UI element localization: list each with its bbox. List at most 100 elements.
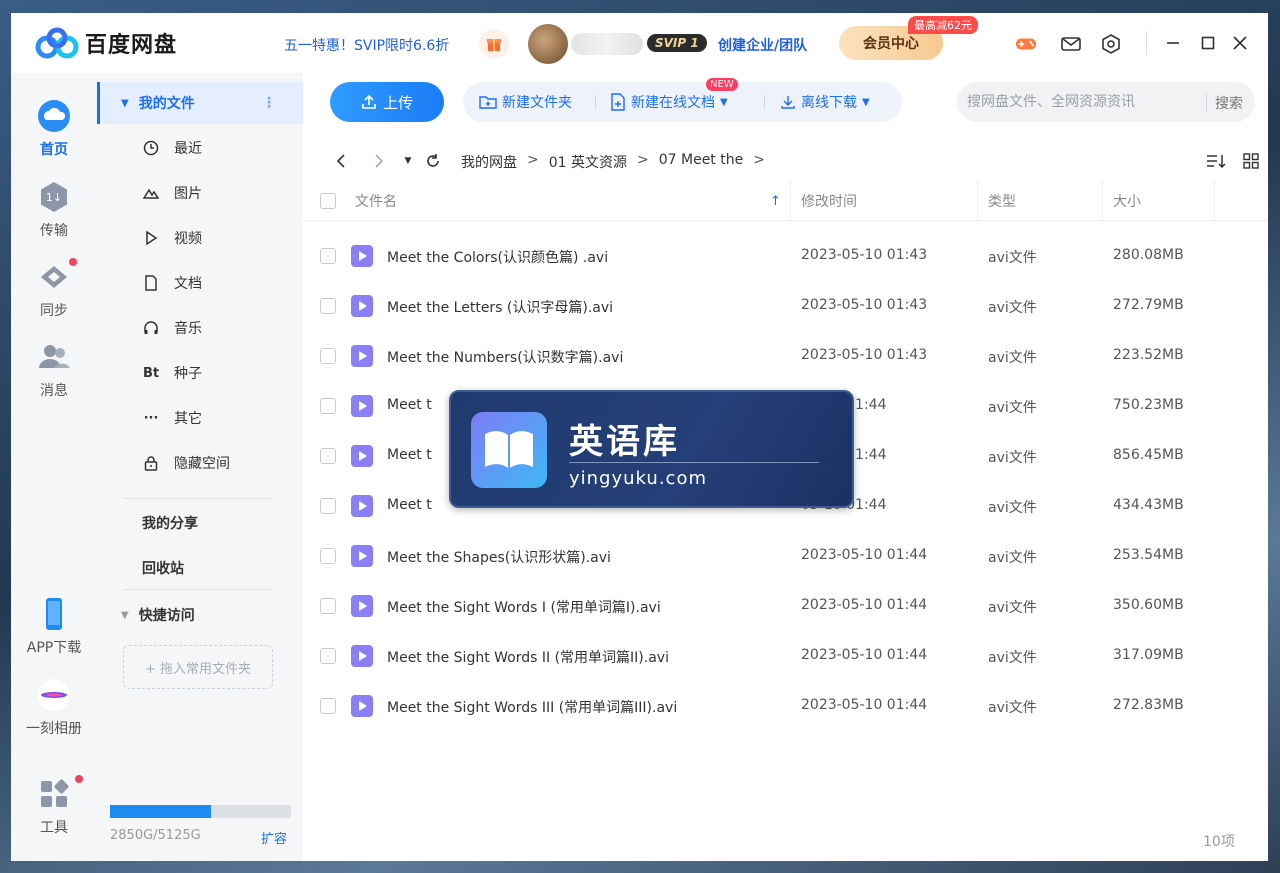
nav-hidden-space[interactable]: 隐藏空间	[97, 442, 303, 484]
row-checkbox[interactable]	[320, 398, 336, 414]
column-header-name[interactable]: 文件名	[355, 181, 397, 221]
file-name[interactable]: Meet the Numbers(认识数字篇).avi	[387, 347, 623, 367]
back-arrow-icon[interactable]	[331, 151, 351, 171]
file-modified: 2023-05-10 01:44	[801, 647, 928, 663]
rail-item-sync[interactable]: 同步	[11, 258, 97, 320]
video-file-icon	[351, 345, 373, 367]
video-file-icon	[351, 395, 373, 417]
nav-my-files-label: 我的文件	[138, 96, 195, 112]
username-blurred[interactable]	[571, 33, 643, 55]
row-checkbox[interactable]	[320, 348, 336, 364]
file-name[interactable]: Meet the Shapes(认识形状篇).avi	[387, 547, 611, 567]
nav-quick-access[interactable]: ▼ 快捷访问	[97, 594, 303, 636]
row-checkbox[interactable]	[320, 498, 336, 514]
row-checkbox[interactable]	[320, 598, 336, 614]
nav-recycle-bin[interactable]: 回收站	[97, 547, 303, 589]
rail-item-home[interactable]: 首页	[11, 99, 97, 159]
row-checkbox[interactable]	[320, 448, 336, 464]
breadcrumb-item[interactable]: 07 Meet the	[659, 152, 744, 172]
rail-item-album[interactable]: 一刻相册	[11, 678, 97, 738]
rail-item-messages[interactable]: 消息	[11, 340, 97, 400]
document-icon	[142, 274, 160, 292]
promo-link[interactable]: 五一特惠！SVIP限时6.6折	[284, 35, 449, 55]
phone-icon	[37, 597, 71, 631]
rail-item-tools[interactable]: 工具	[11, 775, 97, 837]
nav-my-share[interactable]: 我的分享	[97, 502, 303, 544]
nav-music[interactable]: 音乐	[97, 307, 303, 349]
row-checkbox[interactable]	[320, 248, 336, 264]
nav-other[interactable]: ··· 其它	[97, 397, 303, 439]
file-name[interactable]: Meet the Sight Words I (常用单词篇I).avi	[387, 597, 661, 617]
rail-item-app-download[interactable]: APP下载	[11, 597, 97, 657]
user-avatar[interactable]	[528, 24, 568, 64]
file-size: 434.43MB	[1113, 497, 1184, 513]
column-header-size[interactable]: 大小	[1113, 181, 1141, 221]
row-checkbox[interactable]	[320, 298, 336, 314]
game-controller-icon[interactable]	[1015, 33, 1037, 55]
file-name[interactable]: Meet t	[387, 497, 432, 513]
file-size: 317.09MB	[1113, 647, 1184, 663]
file-name[interactable]: Meet the Letters (认识字母篇).avi	[387, 297, 613, 317]
refresh-icon[interactable]	[423, 151, 443, 171]
minimize-icon[interactable]	[1160, 30, 1186, 56]
gift-icon[interactable]	[479, 29, 509, 59]
nav-videos[interactable]: 视频	[97, 217, 303, 259]
row-checkbox[interactable]	[320, 648, 336, 664]
file-name[interactable]: Meet the Sight Words III (常用单词篇III).avi	[387, 697, 677, 717]
file-name[interactable]: Meet the Colors(认识颜色篇) .avi	[387, 247, 608, 267]
create-team-link[interactable]: 创建企业/团队	[718, 35, 807, 55]
column-header-modified[interactable]: 修改时间	[801, 181, 857, 221]
column-header-type[interactable]: 类型	[988, 181, 1016, 221]
table-row[interactable]: Meet the Colors(认识颜色篇) .avi 2023-05-10 01…	[303, 231, 1268, 281]
file-name[interactable]: Meet the Sight Words II (常用单词篇II).avi	[387, 647, 669, 667]
breadcrumb-item[interactable]: 01 英文资源	[549, 152, 627, 172]
nav-images[interactable]: 图片	[97, 172, 303, 214]
offline-download-button[interactable]: 离线下载 ▼	[780, 82, 870, 122]
file-type: avi文件	[988, 650, 1037, 666]
file-name[interactable]: Meet t	[387, 447, 432, 463]
upload-button[interactable]: 上传	[330, 82, 444, 122]
quick-access-drop-zone[interactable]: + 拖入常用文件夹	[123, 645, 273, 689]
breadcrumb-separator[interactable]: >	[753, 152, 765, 172]
app-logo[interactable]: 百度网盘	[35, 27, 177, 59]
left-rail: 首页 1↓ 传输 同步 消息 APP下载 一刻相册 工具	[11, 73, 97, 861]
table-row[interactable]: Meet the Sight Words I (常用单词篇I).avi 2023-…	[303, 581, 1268, 631]
nav-quick-access-label: 快捷访问	[138, 608, 195, 624]
select-all-checkbox[interactable]	[320, 181, 336, 221]
row-checkbox[interactable]	[320, 548, 336, 564]
svip-badge[interactable]: SVIP 1	[647, 34, 707, 52]
rail-item-transfer[interactable]: 1↓ 传输	[11, 180, 97, 240]
nav-my-files[interactable]: ▼ 我的文件 ⋮	[97, 82, 303, 124]
title-bar: 百度网盘 五一特惠！SVIP限时6.6折 SVIP 1 创建企业/团队 会员中心…	[11, 13, 1268, 73]
nav-torrents[interactable]: Bt 种子	[97, 352, 303, 394]
settings-gear-icon[interactable]	[1100, 33, 1122, 55]
table-row[interactable]: Meet the Sight Words III (常用单词篇III).avi 2…	[303, 681, 1268, 731]
file-modified: 2023-05-10 01:44	[801, 547, 928, 563]
breadcrumb-item[interactable]: 我的网盘	[461, 152, 517, 172]
toolbar-divider	[764, 95, 765, 109]
mail-icon[interactable]	[1060, 33, 1082, 55]
forward-arrow-icon[interactable]	[369, 151, 389, 171]
file-modified: 2023-05-10 01:43	[801, 247, 928, 263]
more-vertical-icon[interactable]: ⋮	[262, 95, 276, 111]
expand-storage-link[interactable]: 扩容	[261, 828, 287, 847]
grid-view-icon[interactable]	[1241, 151, 1261, 171]
file-size: 253.54MB	[1113, 547, 1184, 563]
table-row[interactable]: Meet the Sight Words II (常用单词篇II).avi 202…	[303, 631, 1268, 681]
album-icon	[37, 678, 71, 712]
table-row[interactable]: Meet the Numbers(认识数字篇).avi 2023-05-10 01…	[303, 331, 1268, 381]
table-row[interactable]: Meet the Letters (认识字母篇).avi 2023-05-10 0…	[303, 281, 1268, 331]
sort-icon[interactable]	[1206, 151, 1226, 171]
search-button[interactable]: 搜索	[1215, 93, 1243, 113]
table-row[interactable]: Meet the Shapes(认识形状篇).avi 2023-05-10 01:…	[303, 531, 1268, 581]
close-icon[interactable]	[1227, 30, 1253, 56]
new-folder-button[interactable]: 新建文件夹	[479, 82, 572, 122]
maximize-icon[interactable]	[1195, 30, 1221, 56]
nav-documents[interactable]: 文档	[97, 262, 303, 304]
sort-ascending-icon[interactable]: ↑	[770, 181, 781, 221]
nav-recent[interactable]: 最近	[97, 127, 303, 169]
file-name[interactable]: Meet t	[387, 397, 432, 413]
history-dropdown-icon[interactable]: ▼	[398, 151, 418, 171]
row-checkbox[interactable]	[320, 698, 336, 714]
search-input[interactable]	[967, 82, 1197, 122]
